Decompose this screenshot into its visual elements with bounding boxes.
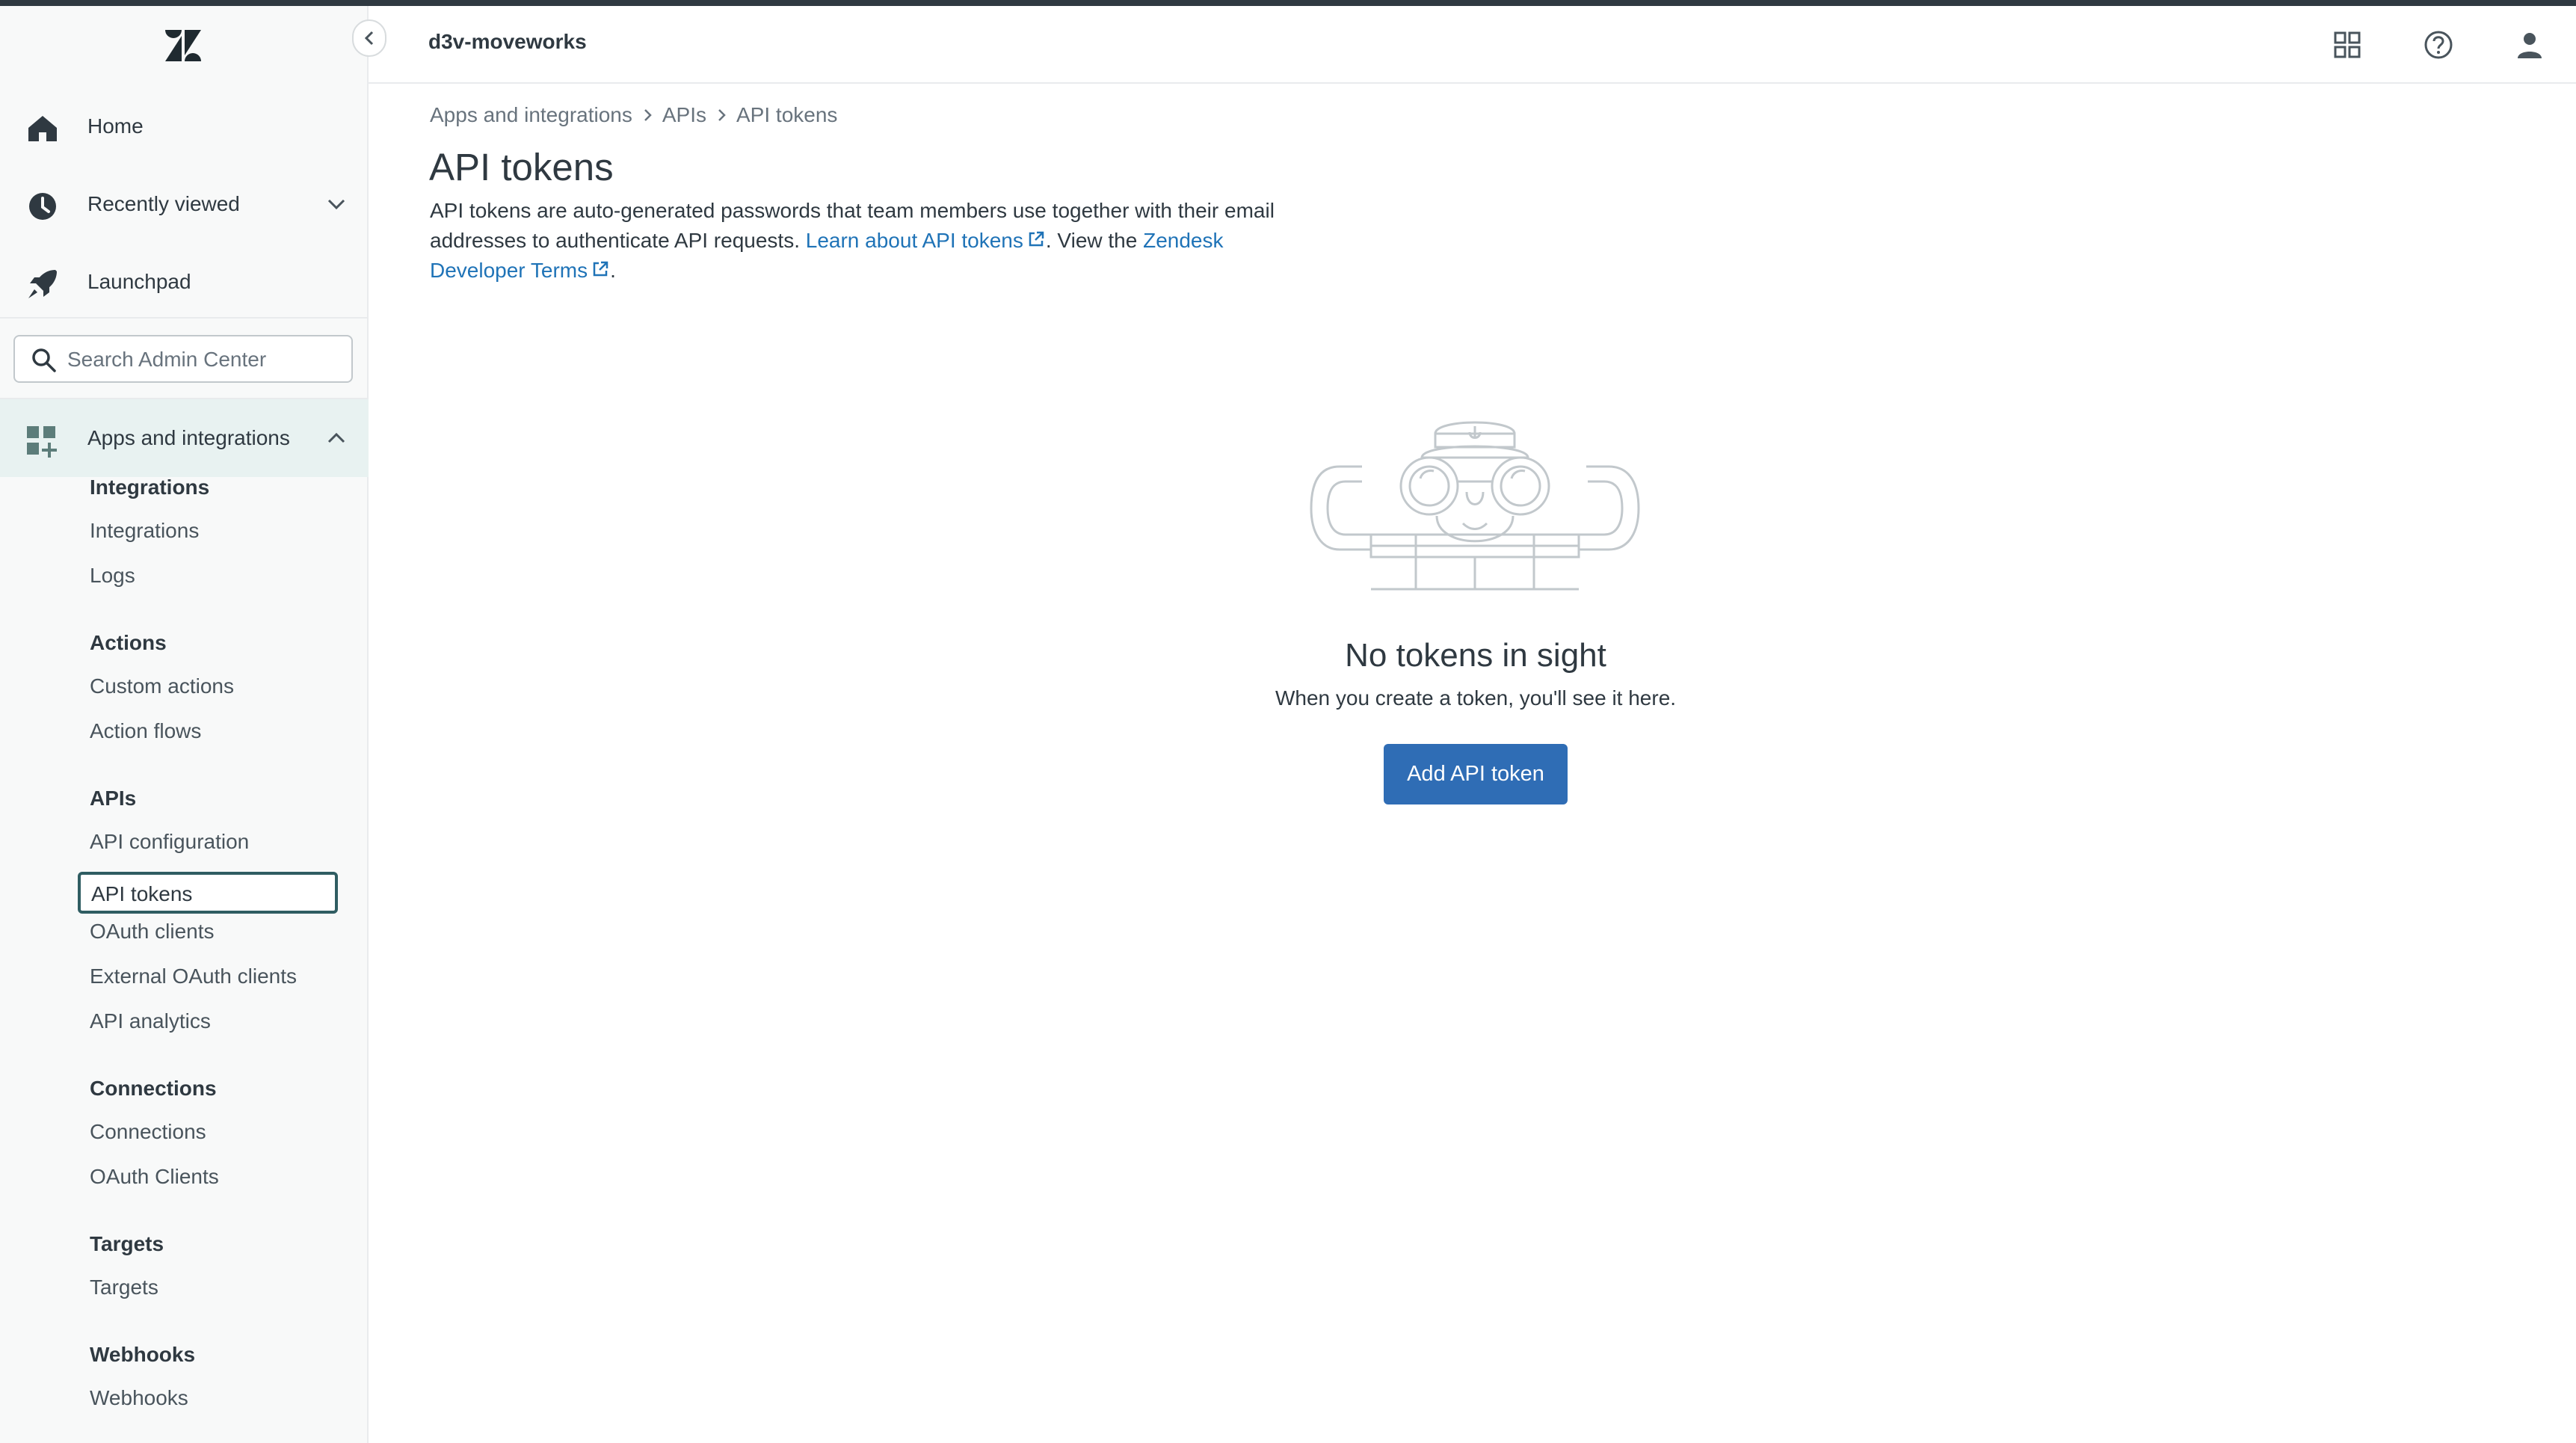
zendesk-logo-icon[interactable] xyxy=(162,28,204,63)
sidebar-item-connections[interactable]: Connections xyxy=(90,1120,206,1144)
sailor-binoculars-illustration xyxy=(1310,421,1640,591)
group-heading-integrations: Integrations xyxy=(90,476,210,499)
top-strip xyxy=(0,0,2576,6)
sidebar-divider xyxy=(0,317,367,319)
add-api-token-button[interactable]: Add API token xyxy=(1384,744,1568,804)
group-heading-actions: Actions xyxy=(90,631,167,654)
page-title: API tokens xyxy=(429,146,614,188)
page-description: API tokens are auto-generated passwords … xyxy=(430,196,1282,286)
chevron-down-icon[interactable] xyxy=(326,195,347,213)
description-text: . xyxy=(610,259,616,282)
group-heading-targets: Targets xyxy=(90,1232,164,1255)
nav-recently-viewed[interactable]: Recently viewed xyxy=(0,171,369,237)
collapse-sidebar-button[interactable] xyxy=(352,19,386,57)
search-admin-center[interactable] xyxy=(13,335,353,383)
sidebar-item-integrations[interactable]: Integrations xyxy=(90,519,199,543)
sidebar-item-api-configuration[interactable]: API configuration xyxy=(90,830,249,854)
nav-label: Recently viewed xyxy=(87,192,240,215)
external-link-icon xyxy=(1029,231,1044,247)
nav-label: Apps and integrations xyxy=(87,426,290,449)
nav-home[interactable]: Home xyxy=(0,93,369,159)
help-icon[interactable] xyxy=(2424,30,2453,60)
sidebar-item-api-analytics[interactable]: API analytics xyxy=(90,1009,211,1033)
top-header: d3v-moveworks xyxy=(369,6,2576,84)
apps-grid-icon[interactable] xyxy=(2332,30,2362,60)
breadcrumb-apis[interactable]: APIs xyxy=(662,103,706,127)
breadcrumb-api-tokens: API tokens xyxy=(736,103,838,126)
description-text: . View the xyxy=(1045,229,1138,252)
account-name: d3v-moveworks xyxy=(428,30,587,53)
chevron-up-icon[interactable] xyxy=(326,429,347,447)
nav-label: Launchpad xyxy=(87,270,191,293)
nav-launchpad[interactable]: Launchpad xyxy=(0,249,369,315)
home-icon xyxy=(28,116,57,141)
nav-apps-and-integrations[interactable]: Apps and integrations xyxy=(0,399,369,477)
group-heading-webhooks: Webhooks xyxy=(90,1343,196,1366)
sidebar-item-action-flows[interactable]: Action flows xyxy=(90,719,201,743)
sidebar-item-webhooks[interactable]: Webhooks xyxy=(90,1386,188,1410)
group-heading-connections: Connections xyxy=(90,1077,217,1100)
empty-state-title: No tokens in sight xyxy=(1345,637,1606,674)
sidebar-item-external-oauth-clients[interactable]: External OAuth clients xyxy=(90,964,297,988)
sidebar: Home Recently viewed Launchpad Search Ad… xyxy=(0,6,369,1443)
clock-icon xyxy=(29,193,56,220)
sidebar-item-oauth-clients[interactable]: OAuth clients xyxy=(90,920,215,944)
search-icon xyxy=(32,348,56,372)
sidebar-item-custom-actions[interactable]: Custom actions xyxy=(90,674,234,698)
sidebar-item-oauth-clients-connections[interactable]: OAuth Clients xyxy=(90,1165,219,1189)
group-heading-apis: APIs xyxy=(90,787,137,810)
rocket-icon xyxy=(28,270,57,298)
breadcrumb-apps-and-integrations[interactable]: Apps and integrations xyxy=(430,103,632,127)
search-input[interactable] xyxy=(67,342,344,377)
sidebar-item-logs[interactable]: Logs xyxy=(90,564,135,588)
external-link-icon xyxy=(593,261,608,277)
nav-label: Home xyxy=(87,114,144,138)
sidebar-item-label: API tokens xyxy=(91,882,193,905)
sidebar-item-targets[interactable]: Targets xyxy=(90,1276,158,1299)
apps-add-icon xyxy=(27,426,57,458)
learn-about-api-tokens-link[interactable]: Learn about API tokens xyxy=(806,229,1046,252)
chevron-left-icon xyxy=(364,31,374,46)
chevron-right-icon xyxy=(644,109,652,121)
user-icon[interactable] xyxy=(2515,30,2545,60)
sidebar-item-api-tokens[interactable]: API tokens xyxy=(78,872,338,914)
empty-state-subtitle: When you create a token, you'll see it h… xyxy=(1275,686,1677,710)
breadcrumb: Apps and integrations APIs API tokens xyxy=(430,103,837,127)
chevron-right-icon xyxy=(718,109,726,121)
